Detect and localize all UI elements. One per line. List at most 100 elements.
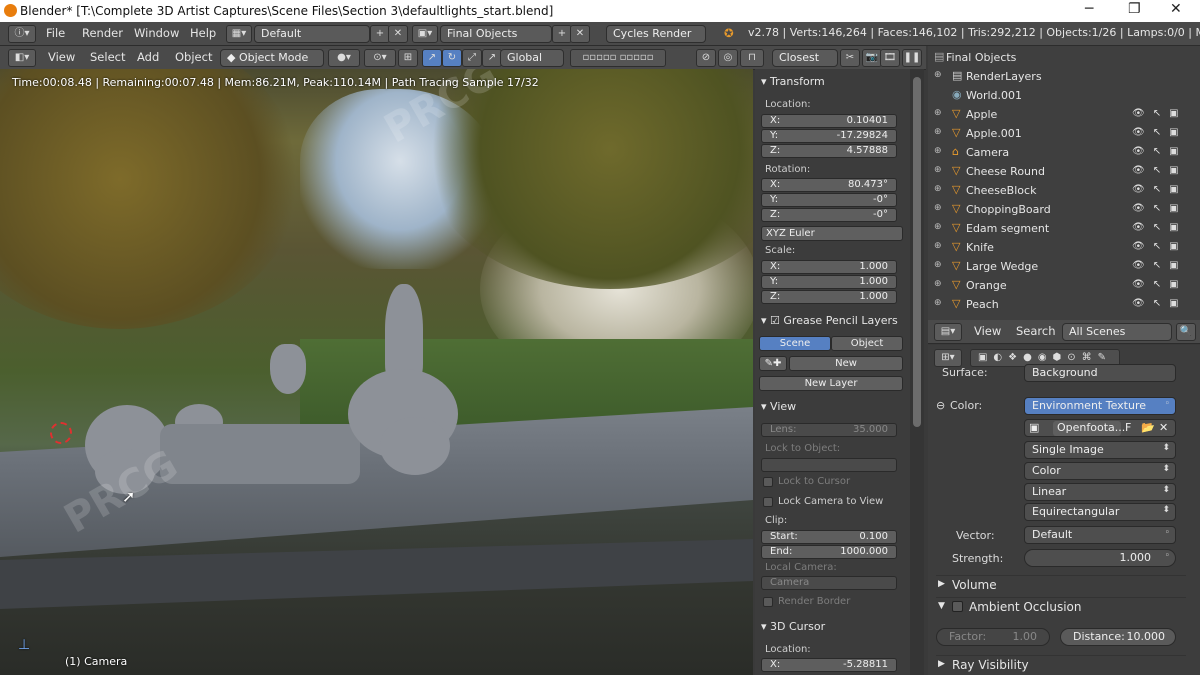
visibility-icons[interactable]: 👁↖▣ — [1132, 279, 1187, 290]
render-engine-select[interactable]: Cycles Render — [606, 25, 706, 43]
translate-icon[interactable]: ↗ — [422, 49, 442, 67]
transform-header[interactable]: ▾ Transform — [761, 75, 825, 88]
outliner-row-knife[interactable]: ⊕ ▽ Knife 👁↖▣ — [928, 238, 1200, 257]
visibility-icons[interactable]: 👁↖▣ — [1132, 108, 1187, 119]
render-anim-icon[interactable]: 🎞 — [880, 49, 900, 67]
menu-select[interactable]: Select — [90, 50, 125, 64]
pivot-select[interactable]: ⊙▾ — [364, 49, 396, 67]
render-still-icon[interactable]: 📷 — [862, 49, 882, 67]
rotation-x-field[interactable]: X: 80.473° — [761, 178, 897, 192]
scroll-thumb[interactable] — [913, 77, 921, 427]
menu-view[interactable]: View — [48, 50, 75, 64]
color-input-select[interactable]: Environment Texture ◦ — [1024, 397, 1176, 415]
outliner-search-icon[interactable]: 🔍 — [1176, 323, 1196, 341]
outliner-scene-row[interactable]: ▤ Final Objects — [928, 48, 1200, 67]
lens-field[interactable]: Lens: 35.000 — [761, 423, 897, 437]
interpolation-select[interactable]: Linear ⬍ — [1024, 483, 1176, 501]
projection-select[interactable]: Equirectangular ⬍ — [1024, 503, 1176, 521]
outliner-row-large-wedge[interactable]: ⊕ ▽ Large Wedge 👁↖▣ — [928, 257, 1200, 276]
layout-field[interactable]: Default — [254, 25, 370, 43]
rotation-y-field[interactable]: Y: -0° — [761, 193, 897, 207]
menu-object[interactable]: Object — [175, 50, 212, 64]
visibility-icons[interactable]: 👁↖▣ — [1132, 184, 1187, 195]
gp-new-button[interactable]: New — [789, 356, 903, 371]
fake-user-button[interactable]: F — [1125, 421, 1131, 434]
expand-icon[interactable]: ⊕ — [934, 70, 942, 80]
local-camera-field[interactable]: Camera — [761, 576, 897, 590]
editor-type-icon[interactable]: ⓘ▾ — [8, 25, 36, 43]
lock-cursor-checkbox[interactable] — [763, 477, 773, 487]
expand-icon[interactable]: ⊕ — [934, 184, 942, 194]
orientation-select[interactable]: Global — [500, 49, 564, 67]
expand-icon[interactable]: ⊕ — [934, 260, 942, 270]
cursor-x-field[interactable]: X: -5.28811 — [761, 658, 897, 672]
expand-icon[interactable]: ⊕ — [934, 241, 942, 251]
lock-camera-checkbox[interactable] — [763, 497, 773, 507]
color-space-select[interactable]: Color ⬍ — [1024, 462, 1176, 480]
visibility-icons[interactable]: 👁↖▣ — [1132, 127, 1187, 138]
properties-editor-icon[interactable]: ⊞▾ — [934, 349, 962, 367]
rotation-mode-select[interactable]: XYZ Euler — [761, 226, 903, 241]
outliner-row-apple[interactable]: ⊕ ▽ Apple 👁↖▣ — [928, 105, 1200, 124]
visibility-icons[interactable]: 👁↖▣ — [1132, 203, 1187, 214]
scale-x-field[interactable]: X: 1.000 — [761, 260, 897, 274]
render-border-checkbox[interactable] — [763, 597, 773, 607]
outliner-row-cheeseblock[interactable]: ⊕ ▽ CheeseBlock 👁↖▣ — [928, 181, 1200, 200]
strength-field[interactable]: 1.000 ◦ — [1024, 549, 1176, 567]
close-icon[interactable]: ✕ — [1170, 1, 1182, 17]
snap-align-icon[interactable]: ✂ — [840, 49, 860, 67]
view-header[interactable]: ▾ View — [761, 400, 796, 413]
maximize-icon[interactable]: ❐ — [1128, 1, 1141, 17]
visibility-icons[interactable]: 👁↖▣ — [1132, 298, 1187, 309]
image-source-select[interactable]: Single Image ⬍ — [1024, 441, 1176, 459]
scale-y-field[interactable]: Y: 1.000 — [761, 275, 897, 289]
shading-select[interactable]: ●▾ — [328, 49, 360, 67]
visibility-icons[interactable]: 👁↖▣ — [1132, 165, 1187, 176]
location-y-field[interactable]: Y: -17.29824 — [761, 129, 897, 143]
gp-new-layer-button[interactable]: New Layer — [759, 376, 903, 391]
scene-add-icon[interactable]: + — [552, 25, 572, 43]
gp-object-button[interactable]: Object — [831, 336, 903, 351]
expand-icon[interactable]: ⊕ — [934, 127, 942, 137]
proportional-icon[interactable]: ◎ — [718, 49, 738, 67]
visibility-icons[interactable]: 👁↖▣ — [1132, 146, 1187, 157]
cursor-header[interactable]: ▾ 3D Cursor — [761, 620, 825, 633]
scene-icon[interactable]: ▣▾ — [412, 25, 438, 43]
gp-scene-button[interactable]: Scene — [759, 336, 831, 351]
outliner-row-camera[interactable]: ⊕ ⌂ Camera 👁↖▣ — [928, 143, 1200, 162]
outliner-menu-search[interactable]: Search — [1016, 324, 1056, 338]
outliner-filter-select[interactable]: All Scenes — [1062, 323, 1172, 341]
menu-render[interactable]: Render — [82, 26, 123, 40]
outliner-editor-icon[interactable]: ▤▾ — [934, 323, 962, 341]
visibility-icons[interactable]: 👁↖▣ — [1132, 260, 1187, 271]
image-datablock[interactable]: ▣ Openfoota... F 📂 ✕ — [1024, 419, 1176, 437]
scale-z-field[interactable]: Z: 1.000 — [761, 290, 897, 304]
minimize-icon[interactable]: ─ — [1085, 1, 1093, 17]
n-panel-scrollbar[interactable] — [910, 69, 924, 675]
image-icon[interactable]: ▣ — [1029, 421, 1039, 434]
visibility-icons[interactable]: 👁↖▣ — [1132, 222, 1187, 233]
color-socket-icon[interactable]: ⊖ — [936, 399, 945, 412]
view3d-editor-icon[interactable]: ◧▾ — [8, 49, 36, 67]
scene-remove-icon[interactable]: ✕ — [570, 25, 590, 43]
snap-icon[interactable]: ⊓ — [740, 49, 764, 67]
volume-panel-header[interactable]: ▶ Volume — [936, 575, 1186, 595]
outliner-row-peach[interactable]: ⊕ ▽ Peach 👁↖▣ — [928, 295, 1200, 314]
lock-layers-icon[interactable]: ⊘ — [696, 49, 716, 67]
outliner-row-world[interactable]: ◉ World.001 — [928, 86, 1200, 105]
scale-icon[interactable]: ⤢ — [462, 49, 482, 67]
menu-window[interactable]: Window — [134, 26, 179, 40]
ray-visibility-header[interactable]: ▶ Ray Visibility — [936, 655, 1186, 675]
layout-icon[interactable]: ▦▾ — [226, 25, 252, 43]
layout-add-icon[interactable]: + — [370, 25, 390, 43]
gp-pencil-icon[interactable]: ✎✚ — [759, 356, 787, 371]
menu-add[interactable]: Add — [137, 50, 159, 64]
surface-select[interactable]: Background — [1024, 364, 1176, 382]
menu-help[interactable]: Help — [190, 26, 216, 40]
rotate-icon[interactable]: ↻ — [442, 49, 462, 67]
outliner-row-apple001[interactable]: ⊕ ▽ Apple.001 👁↖▣ — [928, 124, 1200, 143]
outliner-row-choppingboard[interactable]: ⊕ ▽ ChoppingBoard 👁↖▣ — [928, 200, 1200, 219]
expand-icon[interactable]: ⊕ — [934, 146, 942, 156]
location-x-field[interactable]: X: 0.10401 — [761, 114, 897, 128]
grease-pencil-header[interactable]: ▾ ☑ Grease Pencil Layers — [761, 314, 898, 327]
